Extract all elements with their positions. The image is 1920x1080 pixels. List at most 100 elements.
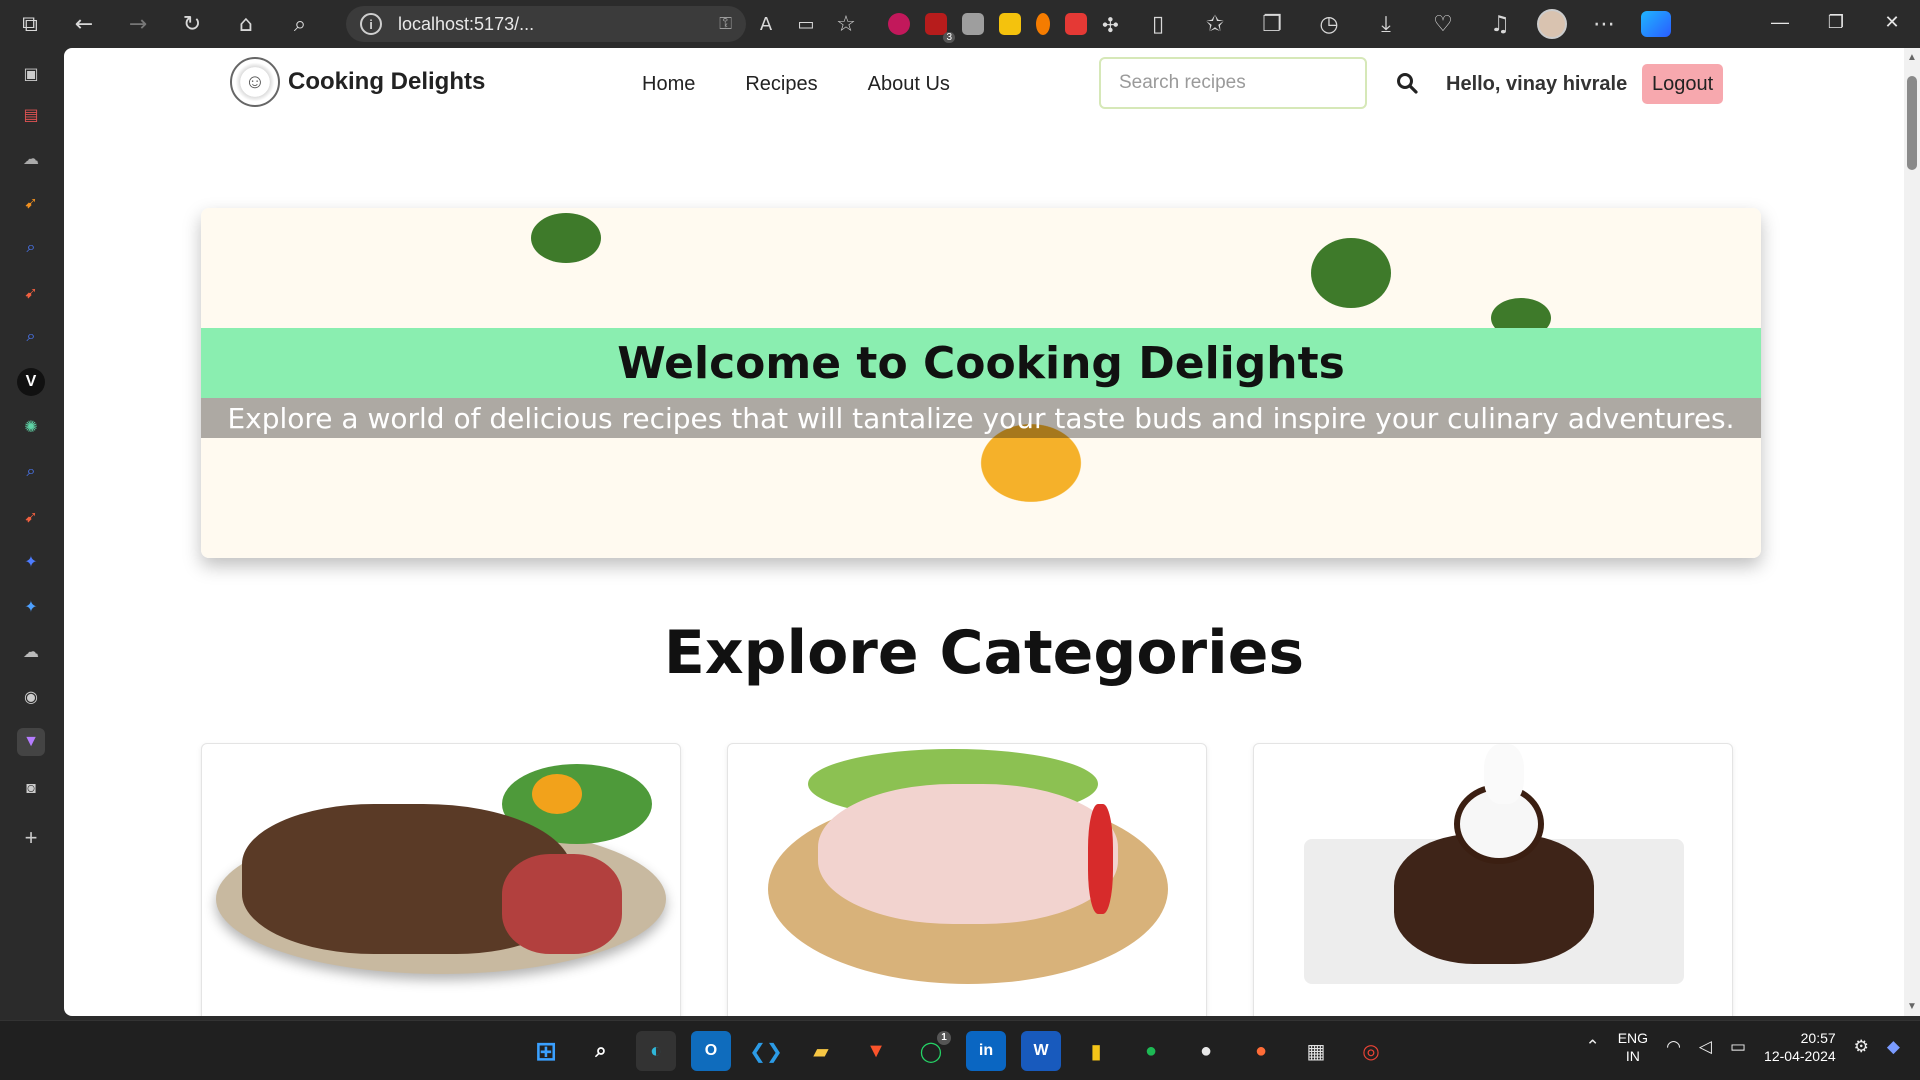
history-icon[interactable]: ◷ [1309, 4, 1349, 44]
tab-actions-icon[interactable]: ⧉ [10, 4, 50, 44]
whatsapp-icon[interactable]: ◯ 1 [911, 1031, 951, 1071]
home-icon[interactable]: ⌂ [226, 4, 266, 44]
search-button[interactable] [1392, 68, 1422, 98]
extensions-puzzle-icon[interactable]: ✣ [1102, 13, 1124, 37]
tab-chatgpt-icon[interactable]: ✺ [17, 413, 45, 441]
tab-v-icon[interactable]: V [17, 368, 45, 396]
language-indicator[interactable]: ENG IN [1618, 1029, 1648, 1065]
minimize-icon[interactable]: — [1752, 0, 1808, 44]
favorite-star-icon[interactable]: ☆ [826, 4, 866, 44]
chicken-image [728, 744, 1206, 984]
settings-gear-icon[interactable]: ⚙ [1854, 1037, 1869, 1057]
more-menu-icon[interactable]: ⋯ [1584, 4, 1624, 44]
tab-search-icon[interactable]: ⌕ [17, 458, 45, 486]
outlook-icon[interactable]: O [691, 1031, 731, 1071]
split-screen-icon[interactable]: ▯ [1138, 4, 1178, 44]
nav-home[interactable]: Home [642, 73, 695, 96]
new-tab-icon[interactable]: + [17, 824, 45, 852]
tab-app-icon[interactable]: ➹ [17, 279, 45, 307]
tab-gemini-icon[interactable]: ✦ [17, 593, 45, 621]
tab-search-icon[interactable]: ⌕ [17, 234, 45, 262]
vertical-tabs: ▣ ▤ ☁ ➹ ⌕ ➹ ⌕ V ✺ ⌕ ➹ ✦ ✦ ☁ ◉ ▼ ◙ + [0, 48, 62, 1018]
ublock-extension-icon[interactable]: 3 [925, 13, 955, 43]
category-card-chicken[interactable] [727, 743, 1207, 1016]
spotify-icon[interactable]: ● [1131, 1031, 1171, 1071]
brave-icon[interactable]: ▼ [856, 1031, 896, 1071]
edge-icon[interactable]: ◐ [636, 1031, 676, 1071]
windows-start-icon[interactable]: ⊞ [526, 1031, 566, 1071]
scroll-down-icon[interactable]: ▼ [1906, 1001, 1918, 1012]
logout-button[interactable]: Logout [1642, 64, 1724, 104]
address-bar[interactable]: i localhost:5173/... ⚿ [346, 6, 746, 42]
clock[interactable]: 20:57 12-04-2024 [1764, 1029, 1836, 1065]
tab-app-icon[interactable]: ➹ [17, 503, 45, 531]
tab-app-icon[interactable]: ➹ [17, 189, 45, 217]
postman-icon[interactable]: ● [1241, 1031, 1281, 1071]
wifi-icon[interactable]: ◠ [1666, 1037, 1681, 1057]
forward-icon[interactable]: → [118, 4, 158, 44]
browser-toolbar: ⧉ ← → ↻ ⌂ ⌕ i localhost:5173/... ⚿ A ▭ ☆… [0, 0, 1920, 48]
nav-about[interactable]: About Us [868, 73, 950, 96]
vscode-icon[interactable]: ❮❯ [746, 1031, 786, 1071]
scroll-thumb[interactable] [1907, 76, 1917, 170]
whatsapp-badge: 1 [937, 1031, 951, 1045]
ms-store-icon[interactable]: ▦ [1296, 1031, 1336, 1071]
tab-camera-icon[interactable]: ◙ [17, 775, 45, 803]
steak-image [202, 744, 680, 984]
tab-search-icon[interactable]: ⌕ [17, 323, 45, 351]
copilot-icon[interactable] [1641, 11, 1671, 37]
copilot-tray-icon[interactable]: ◆ [1887, 1037, 1900, 1057]
immersive-reader-icon[interactable]: ▭ [786, 4, 826, 44]
scroll-up-icon[interactable]: ▲ [1906, 52, 1918, 63]
tab-gemini-icon[interactable]: ✦ [17, 548, 45, 576]
collections-icon[interactable]: ❐ [1252, 4, 1292, 44]
mongodb-icon[interactable]: ● [1186, 1031, 1226, 1071]
downloads-icon[interactable]: ⤓ [1366, 4, 1406, 44]
refresh-icon[interactable]: ↻ [172, 4, 212, 44]
address-url[interactable]: localhost:5173/... [398, 14, 707, 35]
hero-banner: Welcome to Cooking Delights Explore a wo… [201, 208, 1761, 558]
windows-taskbar: ⊞ ⌕ ◐ O ❮❯ ▰ ▼ ◯ 1 in W ▮ ● ● ● ▦ ◎ ⌃ ENG… [0, 1020, 1920, 1080]
linkedin-icon[interactable]: in [966, 1031, 1006, 1071]
hero-title-band: Welcome to Cooking Delights [201, 328, 1761, 398]
yellow-extension-icon[interactable] [999, 13, 1021, 35]
battery-icon[interactable]: ▭ [1730, 1037, 1746, 1057]
volume-icon[interactable]: ◁ [1699, 1037, 1712, 1057]
notifications-icon[interactable]: ♫ [1480, 4, 1520, 44]
tab-github-icon[interactable]: ◉ [17, 683, 45, 711]
close-icon[interactable]: ✕ [1864, 0, 1920, 44]
chrome-icon[interactable]: ◎ [1351, 1031, 1391, 1071]
performance-icon[interactable]: ♡ [1423, 4, 1463, 44]
tab-vite-icon[interactable]: ▼ [17, 728, 45, 756]
search-icon[interactable]: ⌕ [280, 4, 320, 44]
extensions-row: 3 ✣ [888, 13, 1124, 43]
site-info-icon[interactable]: i [360, 13, 382, 35]
tab-weather-icon[interactable]: ☁ [17, 638, 45, 666]
nav-recipes[interactable]: Recipes [745, 73, 817, 96]
back-icon[interactable]: ← [64, 4, 104, 44]
favorites-icon[interactable]: ✩ [1195, 4, 1235, 44]
taskbar-search-icon[interactable]: ⌕ [581, 1031, 621, 1071]
page-scrollbar[interactable]: ▲ ▼ [1904, 48, 1920, 1016]
red-extension-icon[interactable] [1065, 13, 1087, 35]
tab-pdf-icon[interactable]: ▤ [17, 101, 45, 129]
sticky-notes-icon[interactable]: ▮ [1076, 1031, 1116, 1071]
category-card-dessert[interactable] [1253, 743, 1733, 1016]
orange-extension-icon[interactable] [1036, 13, 1050, 35]
site-logo[interactable]: ☺ Cooking Delights [230, 57, 485, 107]
recipe-search-input[interactable] [1099, 57, 1367, 109]
herb-garnish [531, 213, 601, 263]
key-icon[interactable]: ⚿ [719, 14, 732, 34]
category-card-steak[interactable] [201, 743, 681, 1016]
read-aloud-icon[interactable]: A [746, 4, 786, 44]
file-explorer-icon[interactable]: ▰ [801, 1031, 841, 1071]
brand-name[interactable]: Cooking Delights [288, 68, 485, 96]
tab-weather-icon[interactable]: ☁ [17, 145, 45, 173]
tray-chevron-icon[interactable]: ⌃ [1585, 1037, 1599, 1057]
word-icon[interactable]: W [1021, 1031, 1061, 1071]
restore-icon[interactable]: ❐ [1808, 0, 1864, 44]
profile-avatar[interactable] [1537, 9, 1567, 39]
camera-extension-icon[interactable] [962, 13, 984, 35]
recorder-extension-icon[interactable] [888, 13, 910, 35]
tab-panel-icon[interactable]: ▣ [17, 60, 45, 88]
